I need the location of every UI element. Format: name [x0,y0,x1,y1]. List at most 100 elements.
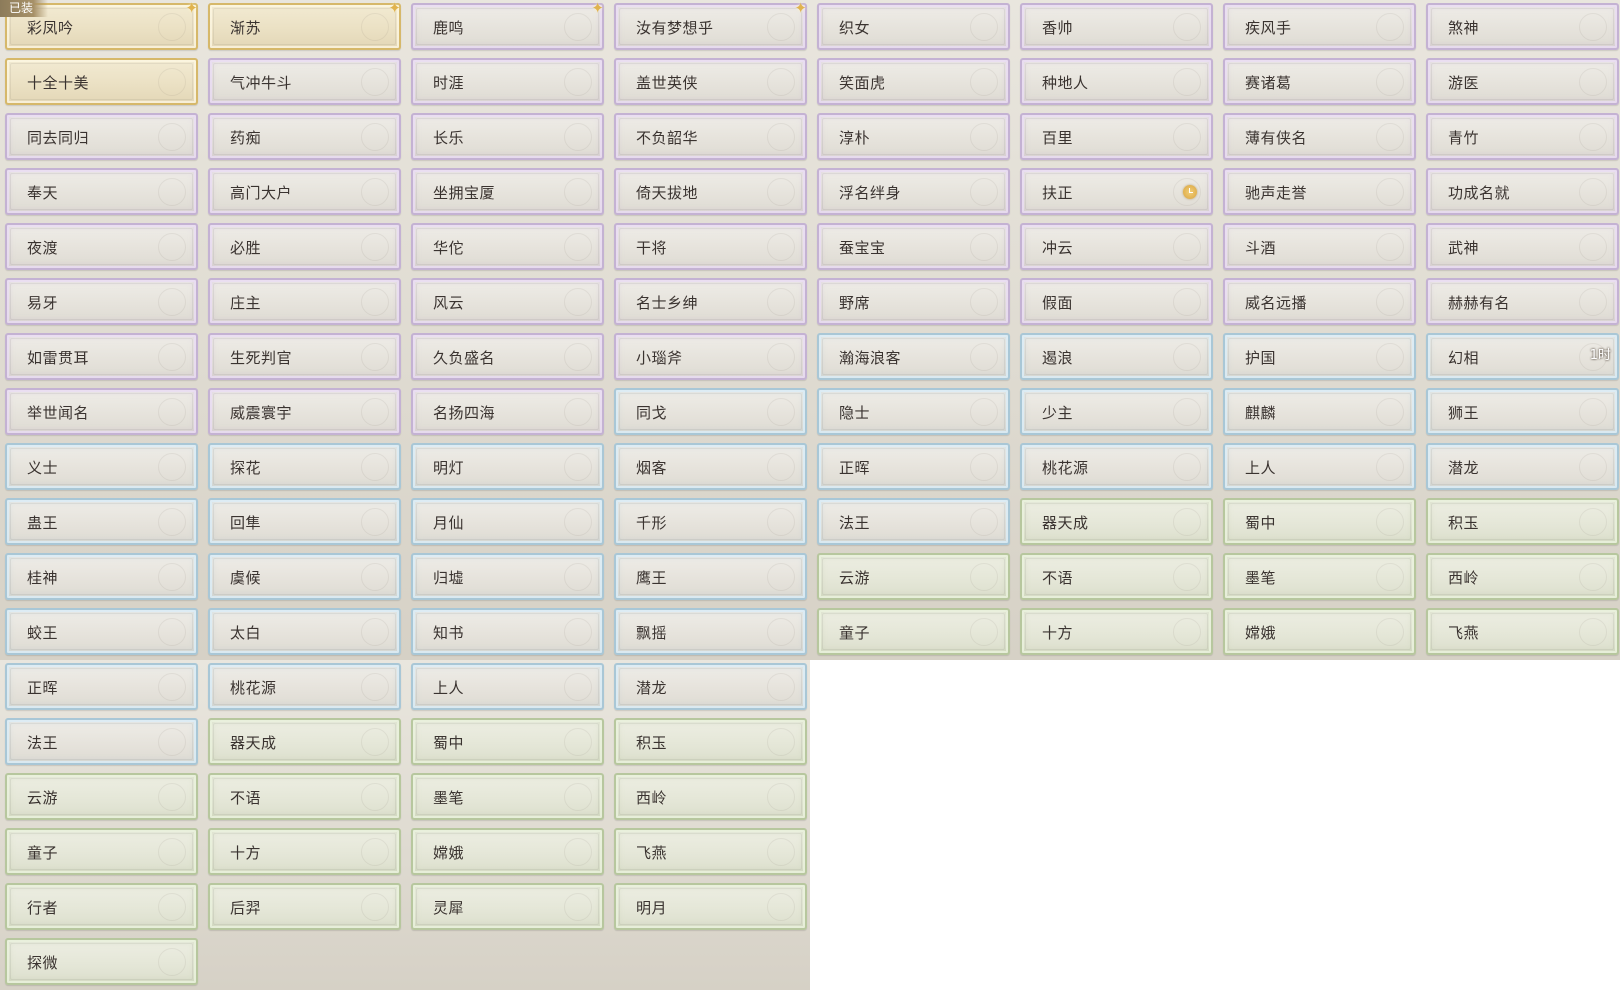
title-card[interactable]: 法王 [817,498,1010,545]
title-card[interactable]: 盖世英侠 [614,58,807,105]
title-card[interactable]: 潜龙 [1426,443,1619,490]
title-card[interactable]: 不语 [208,773,401,820]
title-card[interactable]: 不语 [1020,553,1213,600]
title-card[interactable]: 蜀中 [1223,498,1416,545]
title-card[interactable]: 飘摇 [614,608,807,655]
title-card[interactable]: 风云 [411,278,604,325]
title-card[interactable]: 明月 [614,883,807,930]
title-card[interactable]: 织女 [817,3,1010,50]
title-card[interactable]: 高门大户 [208,168,401,215]
title-card[interactable]: 举世闻名 [5,388,198,435]
title-card[interactable]: 夜渡 [5,223,198,270]
title-card[interactable]: 气冲牛斗 [208,58,401,105]
title-card[interactable]: 青竹 [1426,113,1619,160]
title-card[interactable]: 同戈 [614,388,807,435]
title-card[interactable]: 桂神 [5,553,198,600]
title-card[interactable]: 少主 [1020,388,1213,435]
title-card[interactable]: 云游 [817,553,1010,600]
title-card[interactable]: 同去同归 [5,113,198,160]
title-card[interactable]: 淳朴 [817,113,1010,160]
title-card[interactable]: 笑面虎 [817,58,1010,105]
title-card[interactable]: 名士乡绅 [614,278,807,325]
title-card[interactable]: 幻相 1时 [1426,333,1619,380]
title-card[interactable]: 探花 [208,443,401,490]
title-card[interactable]: 归墟 [411,553,604,600]
title-card[interactable]: 义士 [5,443,198,490]
title-card[interactable]: 西岭 [1426,553,1619,600]
title-card[interactable]: 奉天 [5,168,198,215]
title-card[interactable]: 十全十美 [5,58,198,105]
title-card[interactable]: 护国 [1223,333,1416,380]
title-card[interactable]: 如雷贯耳 [5,333,198,380]
title-card[interactable]: 上人 [411,663,604,710]
title-card[interactable]: 虞候 [208,553,401,600]
title-card[interactable]: 渐苏 ✦ [208,1,401,50]
title-card[interactable]: 药痴 [208,113,401,160]
title-card[interactable]: 后羿 [208,883,401,930]
title-card[interactable]: 庄主 [208,278,401,325]
title-card[interactable]: 煞神 [1426,3,1619,50]
title-card[interactable]: 鹰王 [614,553,807,600]
title-card[interactable]: 嫦娥 [411,828,604,875]
title-card[interactable]: 蚕宝宝 [817,223,1010,270]
title-card[interactable]: 必胜 [208,223,401,270]
title-card[interactable]: 倚天拔地 [614,168,807,215]
title-card[interactable]: 童子 [5,828,198,875]
title-card[interactable]: 斗酒 [1223,223,1416,270]
title-card[interactable]: 麒麟 [1223,388,1416,435]
title-card[interactable]: 华佗 [411,223,604,270]
title-card[interactable]: 积玉 [1426,498,1619,545]
title-card[interactable]: 蜀中 [411,718,604,765]
title-card[interactable]: 干将 [614,223,807,270]
title-card[interactable]: 薄有侠名 [1223,113,1416,160]
title-card[interactable]: 威震寰宇 [208,388,401,435]
title-card[interactable]: 知书 [411,608,604,655]
title-card[interactable]: 汝有梦想乎 ✦ [614,1,807,50]
title-card[interactable]: 小瑙斧 [614,333,807,380]
title-card[interactable]: 明灯 [411,443,604,490]
title-card[interactable]: 蛟王 [5,608,198,655]
title-card[interactable]: 遏浪 [1020,333,1213,380]
title-card[interactable]: 桃花源 [208,663,401,710]
title-card[interactable]: 器天成 [208,718,401,765]
title-card[interactable]: 生死判官 [208,333,401,380]
title-card[interactable]: 功成名就 [1426,168,1619,215]
title-card[interactable]: 野席 [817,278,1010,325]
title-card[interactable]: 潜龙 [614,663,807,710]
title-card[interactable]: 浮名绊身 [817,168,1010,215]
title-card[interactable]: 墨笔 [1223,553,1416,600]
title-card[interactable]: 驰声走誉 [1223,168,1416,215]
title-card[interactable]: 冲云 [1020,223,1213,270]
title-card[interactable]: 狮王 [1426,388,1619,435]
title-card[interactable]: 瀚海浪客 [817,333,1010,380]
title-card[interactable]: 正晖 [817,443,1010,490]
title-card[interactable]: 隐士 [817,388,1010,435]
title-card[interactable]: 游医 [1426,58,1619,105]
title-card[interactable]: 威名远播 [1223,278,1416,325]
title-card[interactable]: 赫赫有名 [1426,278,1619,325]
title-card[interactable]: 正晖 [5,663,198,710]
title-card[interactable]: 太白 [208,608,401,655]
title-card[interactable]: 云游 [5,773,198,820]
title-card[interactable]: 器天成 [1020,498,1213,545]
title-card[interactable]: 灵犀 [411,883,604,930]
title-card[interactable]: 回隼 [208,498,401,545]
title-card[interactable]: 烟客 [614,443,807,490]
title-card[interactable]: 时涯 [411,58,604,105]
title-card[interactable]: 名扬四海 [411,388,604,435]
title-card[interactable]: 千形 [614,498,807,545]
title-card[interactable]: 百里 [1020,113,1213,160]
title-card[interactable]: 香帅 [1020,3,1213,50]
title-card[interactable]: 行者 [5,883,198,930]
title-card[interactable]: 月仙 [411,498,604,545]
title-card[interactable]: 久负盛名 [411,333,604,380]
title-card[interactable]: 鹿鸣 ✦ [411,1,604,50]
title-card[interactable]: 法王 [5,718,198,765]
title-card[interactable]: 假面 [1020,278,1213,325]
title-card[interactable]: 十方 [1020,608,1213,655]
title-card[interactable]: 积玉 [614,718,807,765]
title-card[interactable]: 长乐 [411,113,604,160]
title-card[interactable]: 上人 [1223,443,1416,490]
title-card[interactable]: 嫦娥 [1223,608,1416,655]
title-card[interactable]: 武神 [1426,223,1619,270]
